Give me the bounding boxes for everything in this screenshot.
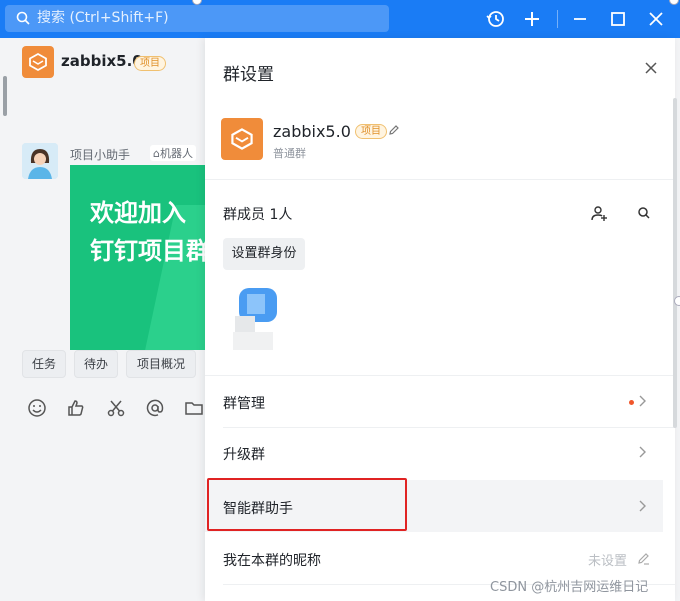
- project-tag: 项目: [134, 56, 166, 71]
- group-name: zabbix5.0: [273, 122, 351, 141]
- robot-badge-label: 机器人: [159, 147, 193, 160]
- top-bar: 搜索 (Ctrl+Shift+F): [0, 0, 680, 38]
- edit-icon[interactable]: [388, 124, 400, 136]
- minimize-icon[interactable]: [570, 9, 590, 29]
- group-settings-panel: 群设置 zabbix5.0 项目 普通群 群成员 1人 设置群身份 群管理 升级…: [205, 38, 677, 601]
- pencil-icon[interactable]: [637, 552, 650, 565]
- chevron-right-icon: [639, 500, 646, 512]
- folder-add-icon[interactable]: [184, 398, 204, 418]
- chat-area: zabbix5.0 项目 项目小助手 ⌂机器人 欢迎加入 钉钉项目群 任务 待办…: [0, 38, 210, 601]
- upgrade-group-label: 升级群: [223, 447, 265, 463]
- panel-title: 群设置: [223, 65, 274, 85]
- members-label: 群成员 1人: [223, 207, 293, 223]
- search-member-icon[interactable]: [635, 204, 653, 222]
- watermark: CSDN @杭州吉网运维日记: [490, 580, 649, 595]
- add-member-icon[interactable]: [590, 204, 608, 222]
- chat-title: zabbix5.0: [61, 52, 143, 70]
- divider: [205, 375, 675, 376]
- divider: [205, 179, 675, 180]
- project-icon: [231, 128, 253, 150]
- scissors-icon[interactable]: [106, 398, 126, 418]
- mention-icon[interactable]: [145, 398, 165, 418]
- maximize-icon[interactable]: [608, 9, 628, 29]
- group-type: 普通群: [273, 147, 306, 160]
- thumbs-up-icon[interactable]: [66, 398, 86, 418]
- notification-dot: [629, 400, 634, 405]
- assistant-avatar-icon: [22, 143, 58, 179]
- group-manage-label: 群管理: [223, 396, 265, 412]
- chevron-right-icon: [639, 395, 646, 407]
- task-button[interactable]: 任务: [22, 350, 66, 378]
- chat-scrollbar[interactable]: [3, 76, 7, 116]
- nickname-value: 未设置: [588, 554, 628, 569]
- group-avatar[interactable]: [221, 118, 263, 160]
- search-icon: [16, 11, 30, 25]
- group-manage-row[interactable]: 群管理: [205, 377, 663, 427]
- welcome-line1: 欢迎加入: [90, 199, 186, 227]
- resize-handle-right[interactable]: [674, 296, 680, 306]
- robot-badge: ⌂机器人: [150, 145, 196, 161]
- group-logo[interactable]: [22, 46, 54, 78]
- todo-button[interactable]: 待办: [74, 350, 118, 378]
- welcome-card[interactable]: 欢迎加入 钉钉项目群: [70, 165, 210, 350]
- chevron-right-icon: [639, 446, 646, 458]
- set-role-button[interactable]: 设置群身份: [223, 238, 305, 270]
- close-icon[interactable]: [643, 60, 659, 76]
- project-icon: [29, 52, 47, 72]
- highlight-box: [207, 478, 407, 531]
- avatar[interactable]: [22, 143, 58, 179]
- sender-name: 项目小助手: [70, 148, 131, 162]
- upgrade-group-row[interactable]: 升级群: [205, 428, 663, 478]
- search-input[interactable]: 搜索 (Ctrl+Shift+F): [5, 5, 389, 32]
- emoji-icon[interactable]: [27, 398, 47, 418]
- welcome-line2: 钉钉项目群: [90, 237, 210, 265]
- member-avatar[interactable]: [233, 288, 277, 350]
- robot-icon: ⌂: [153, 147, 160, 160]
- history-icon[interactable]: [486, 9, 506, 29]
- project-overview-button[interactable]: 项目概况: [126, 350, 196, 378]
- search-placeholder: 搜索 (Ctrl+Shift+F): [37, 10, 169, 26]
- add-icon[interactable]: [522, 9, 542, 29]
- group-tag: 项目: [355, 124, 387, 139]
- nickname-label: 我在本群的昵称: [223, 553, 321, 569]
- close-window-icon[interactable]: [646, 9, 666, 29]
- panel-scrollbar[interactable]: [673, 98, 677, 428]
- toolbar-divider: [557, 10, 558, 28]
